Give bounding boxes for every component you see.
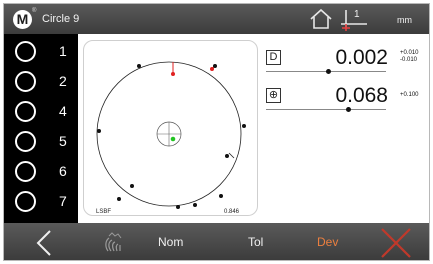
deviation-point — [193, 203, 197, 207]
plot-canvas — [96, 61, 246, 209]
chevron-left-icon[interactable] — [32, 229, 56, 257]
rail-item-label: 4 — [59, 103, 67, 119]
tolerance-bar — [266, 109, 386, 110]
upper-tolerance: +0.100 — [400, 92, 419, 98]
home-icon[interactable] — [309, 8, 333, 30]
bottom-bar: Nom Tol Dev — [4, 223, 429, 260]
deviation-point — [117, 197, 121, 201]
point-circle-icon — [15, 101, 36, 122]
rail-item-7[interactable]: 7 — [4, 187, 78, 217]
rail-item-5[interactable]: 5 — [4, 127, 78, 157]
diameter-box-icon: D — [266, 50, 281, 65]
datum-reference-icon[interactable]: 1 — [340, 7, 368, 32]
rail-item-label: 5 — [59, 133, 67, 149]
upper-tolerance: +0.010 — [400, 50, 419, 56]
deviation-point — [97, 129, 101, 133]
position-tolerance: +0.100 — [400, 92, 419, 99]
point-circle-icon — [15, 71, 36, 92]
top-bar: M ® Circle 9 1 mm — [4, 4, 429, 34]
rail-item-2[interactable]: 2 — [4, 67, 78, 97]
position-box-icon: ⊕ — [266, 88, 281, 103]
tab-nom[interactable]: Nom — [158, 235, 183, 249]
point-circle-icon — [15, 191, 36, 212]
deviation-point — [176, 205, 180, 209]
tab-tol[interactable]: Tol — [248, 235, 263, 249]
diameter-tolerance: +0.010 -0.010 — [400, 50, 419, 64]
deviation-point — [137, 64, 141, 68]
point-circle-icon — [15, 161, 36, 182]
rail-item-label: 6 — [59, 163, 67, 179]
app-window: M ® Circle 9 1 mm 1 2 4 5 6 7 LSBF 0.846… — [3, 3, 430, 261]
rail-item-6[interactable]: 6 — [4, 157, 78, 187]
deviation-point — [213, 64, 217, 68]
plot-value-label: 0.846 — [224, 209, 240, 215]
deviation-point — [130, 184, 134, 188]
deviation-marker — [346, 107, 352, 112]
datum-reference-number: 1 — [354, 9, 360, 20]
deviation-point-red — [171, 72, 175, 76]
center-point — [170, 136, 176, 142]
deviation-point — [219, 194, 223, 198]
diameter-measurement[interactable]: D 0.002 +0.010 -0.010 — [262, 44, 429, 80]
rail-item-label: 2 — [59, 73, 67, 89]
app-logo: M — [13, 10, 32, 29]
deviation-point-red — [210, 67, 214, 71]
rail-item-1[interactable]: 1 — [4, 37, 78, 67]
rail-item-4[interactable]: 4 — [4, 97, 78, 127]
feature-title: Circle 9 — [42, 13, 80, 25]
rail-item-label: 1 — [59, 43, 67, 59]
lower-tolerance: -0.010 — [400, 57, 418, 63]
point-selection-rail: 1 2 4 5 6 7 — [4, 34, 78, 223]
fit-method-label: LSBF — [96, 209, 112, 215]
deviation-point — [242, 124, 246, 128]
deviation-marker — [325, 69, 331, 74]
deviation-point — [225, 154, 229, 158]
point-circle-icon — [15, 41, 36, 62]
rail-item-label: 7 — [59, 193, 67, 209]
diameter-value: 0.002 — [335, 46, 388, 69]
registered-mark: ® — [32, 8, 37, 14]
unit-label: mm — [397, 15, 412, 25]
deviation-tick — [228, 152, 235, 159]
hand-scan-icon[interactable] — [102, 231, 126, 255]
position-value: 0.068 — [335, 84, 388, 107]
point-circle-icon — [15, 131, 36, 152]
tab-dev[interactable]: Dev — [317, 235, 338, 249]
circle-deviation-plot[interactable]: LSBF 0.846 — [83, 40, 258, 216]
close-x-icon[interactable] — [380, 227, 412, 259]
position-measurement[interactable]: ⊕ 0.068 +0.100 — [262, 82, 429, 118]
